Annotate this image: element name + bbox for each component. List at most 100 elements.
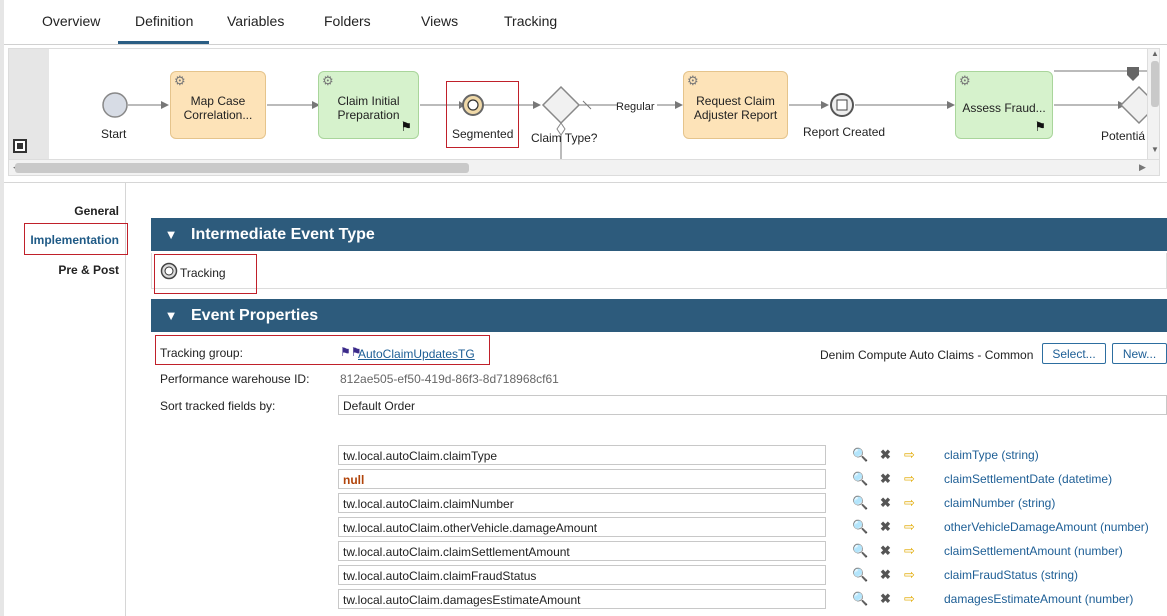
sort-fields-select[interactable]: Default Order	[338, 395, 1167, 415]
tracked-field-label: claimSettlementAmount (number)	[944, 544, 1123, 558]
scroll-up-icon[interactable]: ▲	[1151, 49, 1159, 58]
mapping-expr-field[interactable]: tw.local.autoClaim.claimNumber	[338, 493, 826, 513]
process-diagram-canvas[interactable]: Start ⚙ Map Case Correlation... ⚙ Claim …	[8, 48, 1160, 176]
event-properties-header[interactable]: ▼ Event Properties	[151, 299, 1167, 332]
regular-flow-label: Regular	[616, 101, 655, 113]
tracked-field-label: claimSettlementDate (datetime)	[944, 472, 1113, 486]
arrow-right-icon[interactable]: ⇨	[904, 447, 915, 463]
mapping-row-actions: 🔍 ✖ ⇨	[852, 471, 922, 487]
gear-icon: ⚙	[687, 73, 699, 88]
mapping-row-actions: 🔍 ✖ ⇨	[852, 519, 922, 535]
arrow-right-icon[interactable]: ⇨	[904, 471, 915, 487]
gear-icon: ⚙	[959, 73, 971, 88]
variable-picker-icon[interactable]: 🔍	[852, 543, 868, 559]
select-button[interactable]: Select...	[1042, 343, 1106, 364]
mapping-row-actions: 🔍 ✖ ⇨	[852, 567, 922, 583]
tab-definition[interactable]: Definition	[135, 13, 193, 29]
task-map-case-correlation[interactable]: ⚙ Map Case Correlation...	[170, 71, 266, 139]
clear-icon[interactable]: ✖	[880, 567, 891, 583]
claim-type-label: Claim Type?	[531, 131, 598, 145]
tab-variables[interactable]: Variables	[227, 13, 284, 29]
clear-icon[interactable]: ✖	[880, 447, 891, 463]
variable-picker-icon[interactable]: 🔍	[852, 471, 868, 487]
new-button[interactable]: New...	[1112, 343, 1167, 364]
mapping-row-actions: 🔍 ✖ ⇨	[852, 495, 922, 511]
task-label: Claim Initial Preparation	[337, 94, 400, 122]
mapping-expr-field[interactable]: tw.local.autoClaim.claimFraudStatus	[338, 565, 826, 585]
variable-picker-icon[interactable]: 🔍	[852, 447, 868, 463]
claim-type-gateway[interactable]	[541, 85, 581, 125]
tab-views[interactable]: Views	[421, 13, 458, 29]
tracked-field-label: claimFraudStatus (string)	[944, 568, 1079, 582]
vertical-scroll-thumb[interactable]	[1151, 61, 1159, 107]
clear-icon[interactable]: ✖	[880, 495, 891, 511]
scroll-right-icon[interactable]: ▶	[1139, 162, 1146, 173]
arrow-right-icon[interactable]: ⇨	[904, 567, 915, 583]
tab-folders[interactable]: Folders	[324, 13, 371, 29]
nav-pre-post[interactable]: Pre & Post	[58, 263, 119, 277]
gear-icon: ⚙	[174, 73, 186, 88]
mapping-row-actions: 🔍 ✖ ⇨	[852, 591, 922, 607]
gear-icon: ⚙	[322, 73, 334, 88]
mapping-expr-field[interactable]: tw.local.autoClaim.claimType	[338, 445, 826, 465]
intermediate-event-type-header[interactable]: ▼ Intermediate Event Type	[151, 218, 1167, 251]
horizontal-scroll-thumb[interactable]	[15, 163, 469, 173]
tracked-field-label: claimNumber (string)	[944, 496, 1056, 510]
arrow-right-icon[interactable]: ⇨	[904, 591, 915, 607]
tab-overview[interactable]: Overview	[42, 13, 100, 29]
clear-icon[interactable]: ✖	[880, 519, 891, 535]
report-created-label: Report Created	[803, 125, 886, 139]
implementation-highlight	[24, 223, 128, 255]
mapping-expr-field[interactable]: null	[338, 469, 826, 489]
segmented-highlight	[446, 81, 519, 148]
start-label: Start	[101, 127, 127, 141]
tracking-highlight	[154, 254, 257, 294]
perf-warehouse-value: 812ae505-ef50-419d-86f3-8d718968cf61	[340, 372, 559, 386]
chevron-down-icon: ▼	[164, 308, 178, 323]
mapping-expr-field[interactable]: tw.local.autoClaim.damagesEstimateAmount	[338, 589, 826, 609]
perf-warehouse-label: Performance warehouse ID:	[160, 372, 310, 386]
tracking-group-highlight	[155, 335, 490, 365]
tab-tracking[interactable]: Tracking	[504, 13, 557, 29]
mapping-expr-field[interactable]: tw.local.autoClaim.otherVehicle.damageAm…	[338, 517, 826, 537]
variable-picker-icon[interactable]: 🔍	[852, 591, 868, 607]
sort-fields-label: Sort tracked fields by:	[160, 399, 276, 413]
task-claim-initial-preparation[interactable]: ⚙ Claim Initial Preparation ⚑	[318, 71, 419, 139]
potential-gateway[interactable]	[1119, 85, 1147, 125]
arrow-right-icon[interactable]: ⇨	[904, 543, 915, 559]
task-label: Map Case Correlation...	[183, 94, 253, 122]
tracked-field-label: claimType (string)	[944, 448, 1039, 462]
section-title: Intermediate Event Type	[191, 225, 375, 243]
clear-icon[interactable]: ✖	[880, 543, 891, 559]
section-title: Event Properties	[191, 306, 319, 324]
event-type-row	[151, 253, 1167, 289]
arrow-right-icon[interactable]: ⇨	[904, 519, 915, 535]
clear-icon[interactable]: ✖	[880, 591, 891, 607]
flag-icon: ⚑	[1034, 119, 1046, 134]
task-label: Request Claim Adjuster Report	[693, 94, 778, 122]
tab-bar: Overview Definition Variables Folders Vi…	[4, 0, 1167, 45]
potential-label: Potentiá	[1101, 129, 1146, 143]
scroll-down-icon[interactable]: ▼	[1151, 145, 1159, 154]
chevron-down-icon: ▼	[164, 227, 178, 242]
variable-picker-icon[interactable]: 🔍	[852, 567, 868, 583]
library-label: Denim Compute Auto Claims - Common	[820, 348, 1034, 362]
variable-picker-icon[interactable]: 🔍	[852, 495, 868, 511]
task-request-claim-adjuster-report[interactable]: ⚙ Request Claim Adjuster Report	[683, 71, 788, 139]
task-label: Assess Fraud...	[962, 101, 1046, 115]
mapping-expr-field[interactable]: tw.local.autoClaim.claimSettlementAmount	[338, 541, 826, 561]
arrow-right-icon[interactable]: ⇨	[904, 495, 915, 511]
tracked-field-label: damagesEstimateAmount (number)	[944, 592, 1134, 606]
canvas-vertical-scrollbar[interactable]: ▲ ▼	[1147, 49, 1159, 159]
canvas-horizontal-scrollbar[interactable]: ◀ ▶	[9, 159, 1159, 175]
task-assess-fraud[interactable]: ⚙ Assess Fraud... ⚑	[955, 71, 1053, 139]
nav-general[interactable]: General	[74, 204, 119, 218]
variable-picker-icon[interactable]: 🔍	[852, 519, 868, 535]
flag-icon: ⚑	[400, 119, 412, 134]
mapping-row-actions: 🔍 ✖ ⇨	[852, 543, 922, 559]
start-event[interactable]	[102, 92, 128, 118]
mapping-row-actions: 🔍 ✖ ⇨	[852, 447, 922, 463]
active-tab-indicator	[118, 41, 209, 44]
tracked-field-label: otherVehicleDamageAmount (number)	[944, 520, 1149, 534]
clear-icon[interactable]: ✖	[880, 471, 891, 487]
